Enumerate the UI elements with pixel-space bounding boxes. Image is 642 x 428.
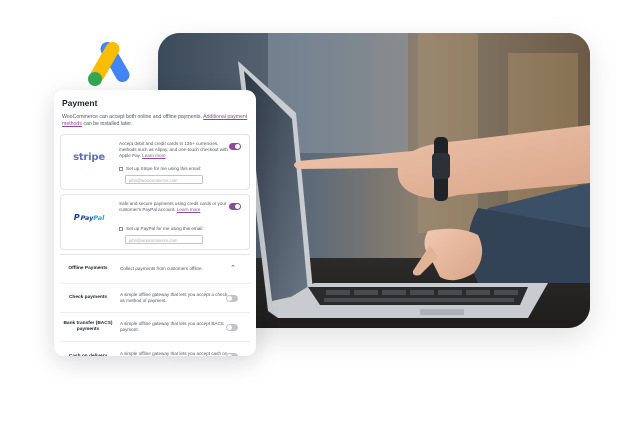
paypal-logo-pay: Pay xyxy=(80,214,94,222)
cash-on-delivery-description: A simple offline gateway that lets you a… xyxy=(120,350,228,356)
stripe-enable-toggle[interactable] xyxy=(229,143,241,150)
offline-payments-title: Offline Payments xyxy=(68,266,108,271)
paypal-description: Safe and secure payments using credit ca… xyxy=(119,201,231,213)
toggle-knob xyxy=(227,354,232,356)
paypal-email-field[interactable]: john@woocommerce.com xyxy=(125,235,203,244)
stripe-logo: stripe xyxy=(69,147,109,165)
toggle-knob xyxy=(227,325,232,330)
cash-on-delivery-row: Cash on delivery A simple offline gatewa… xyxy=(60,342,250,356)
toggle-knob xyxy=(235,204,240,209)
toggle-knob xyxy=(235,144,240,149)
paypal-logo: PPayPal xyxy=(69,207,109,225)
stripe-learn-more-link[interactable]: Learn more xyxy=(142,153,166,158)
offline-payments-description: Collect payments from customers offline. xyxy=(120,266,203,271)
paypal-logo-pal: Pal xyxy=(93,214,105,222)
stripe-description: Accept debit and credit cards in 135+ cu… xyxy=(119,141,231,159)
stripe-setup-label: Set up Stripe for me using this email: xyxy=(126,166,202,171)
paypal-logo-mark: P xyxy=(73,213,80,222)
stripe-payment-box: stripe Accept debit and credit cards in … xyxy=(60,134,250,190)
paypal-enable-toggle[interactable] xyxy=(229,203,241,210)
toggle-knob xyxy=(227,296,232,301)
bacs-payments-toggle[interactable] xyxy=(226,324,238,331)
paypal-setup-option[interactable]: Set up PayPal for me using this email: xyxy=(119,226,204,231)
check-payments-name: Check payments xyxy=(68,295,108,300)
bacs-payments-row: Bank transfer (BACS) payments A simple o… xyxy=(60,313,250,342)
description-suffix: can be installed later. xyxy=(81,121,133,127)
cash-on-delivery-toggle[interactable] xyxy=(226,353,238,356)
bacs-payments-name: Bank transfer (BACS) payments xyxy=(63,321,113,332)
stripe-setup-option[interactable]: Set up Stripe for me using this email: xyxy=(119,166,201,171)
paypal-payment-box: PPayPal Safe and secure payments using c… xyxy=(60,194,250,250)
paypal-setup-label: Set up PayPal for me using this email: xyxy=(126,226,204,231)
check-payments-row: Check payments A simple offline gateway … xyxy=(60,284,250,313)
offline-payments-header[interactable]: Offline Payments Collect payments from c… xyxy=(60,255,250,284)
offline-payments-section: Offline Payments Collect payments from c… xyxy=(60,254,250,356)
stripe-setup-checkbox[interactable] xyxy=(119,166,123,171)
stripe-email-field[interactable]: john@woocommerce.com xyxy=(125,175,203,184)
stripe-description-text: Accept debit and credit cards in 135+ cu… xyxy=(119,141,228,158)
stripe-logo-text: stripe xyxy=(73,152,105,163)
paypal-learn-more-link[interactable]: Learn more xyxy=(177,207,201,212)
bacs-payments-description: A simple offline gateway that lets you a… xyxy=(120,321,224,332)
chevron-up-icon[interactable]: ⌃ xyxy=(230,265,236,272)
check-payments-description: A simple offline gateway that lets you a… xyxy=(120,292,228,303)
paypal-description-text: Safe and secure payments using credit ca… xyxy=(119,201,227,212)
payment-settings-card: Payment WooCommerce can accept both onli… xyxy=(54,90,256,356)
google-ads-logo-icon xyxy=(88,42,130,86)
card-title: Payment xyxy=(62,98,98,108)
card-description: WooCommerce can accept both online and o… xyxy=(62,114,248,128)
description-text: WooCommerce can accept both online and o… xyxy=(62,114,204,120)
cash-on-delivery-name: Cash on delivery xyxy=(68,353,108,357)
check-payments-toggle[interactable] xyxy=(226,295,238,302)
paypal-setup-checkbox[interactable] xyxy=(119,226,123,231)
